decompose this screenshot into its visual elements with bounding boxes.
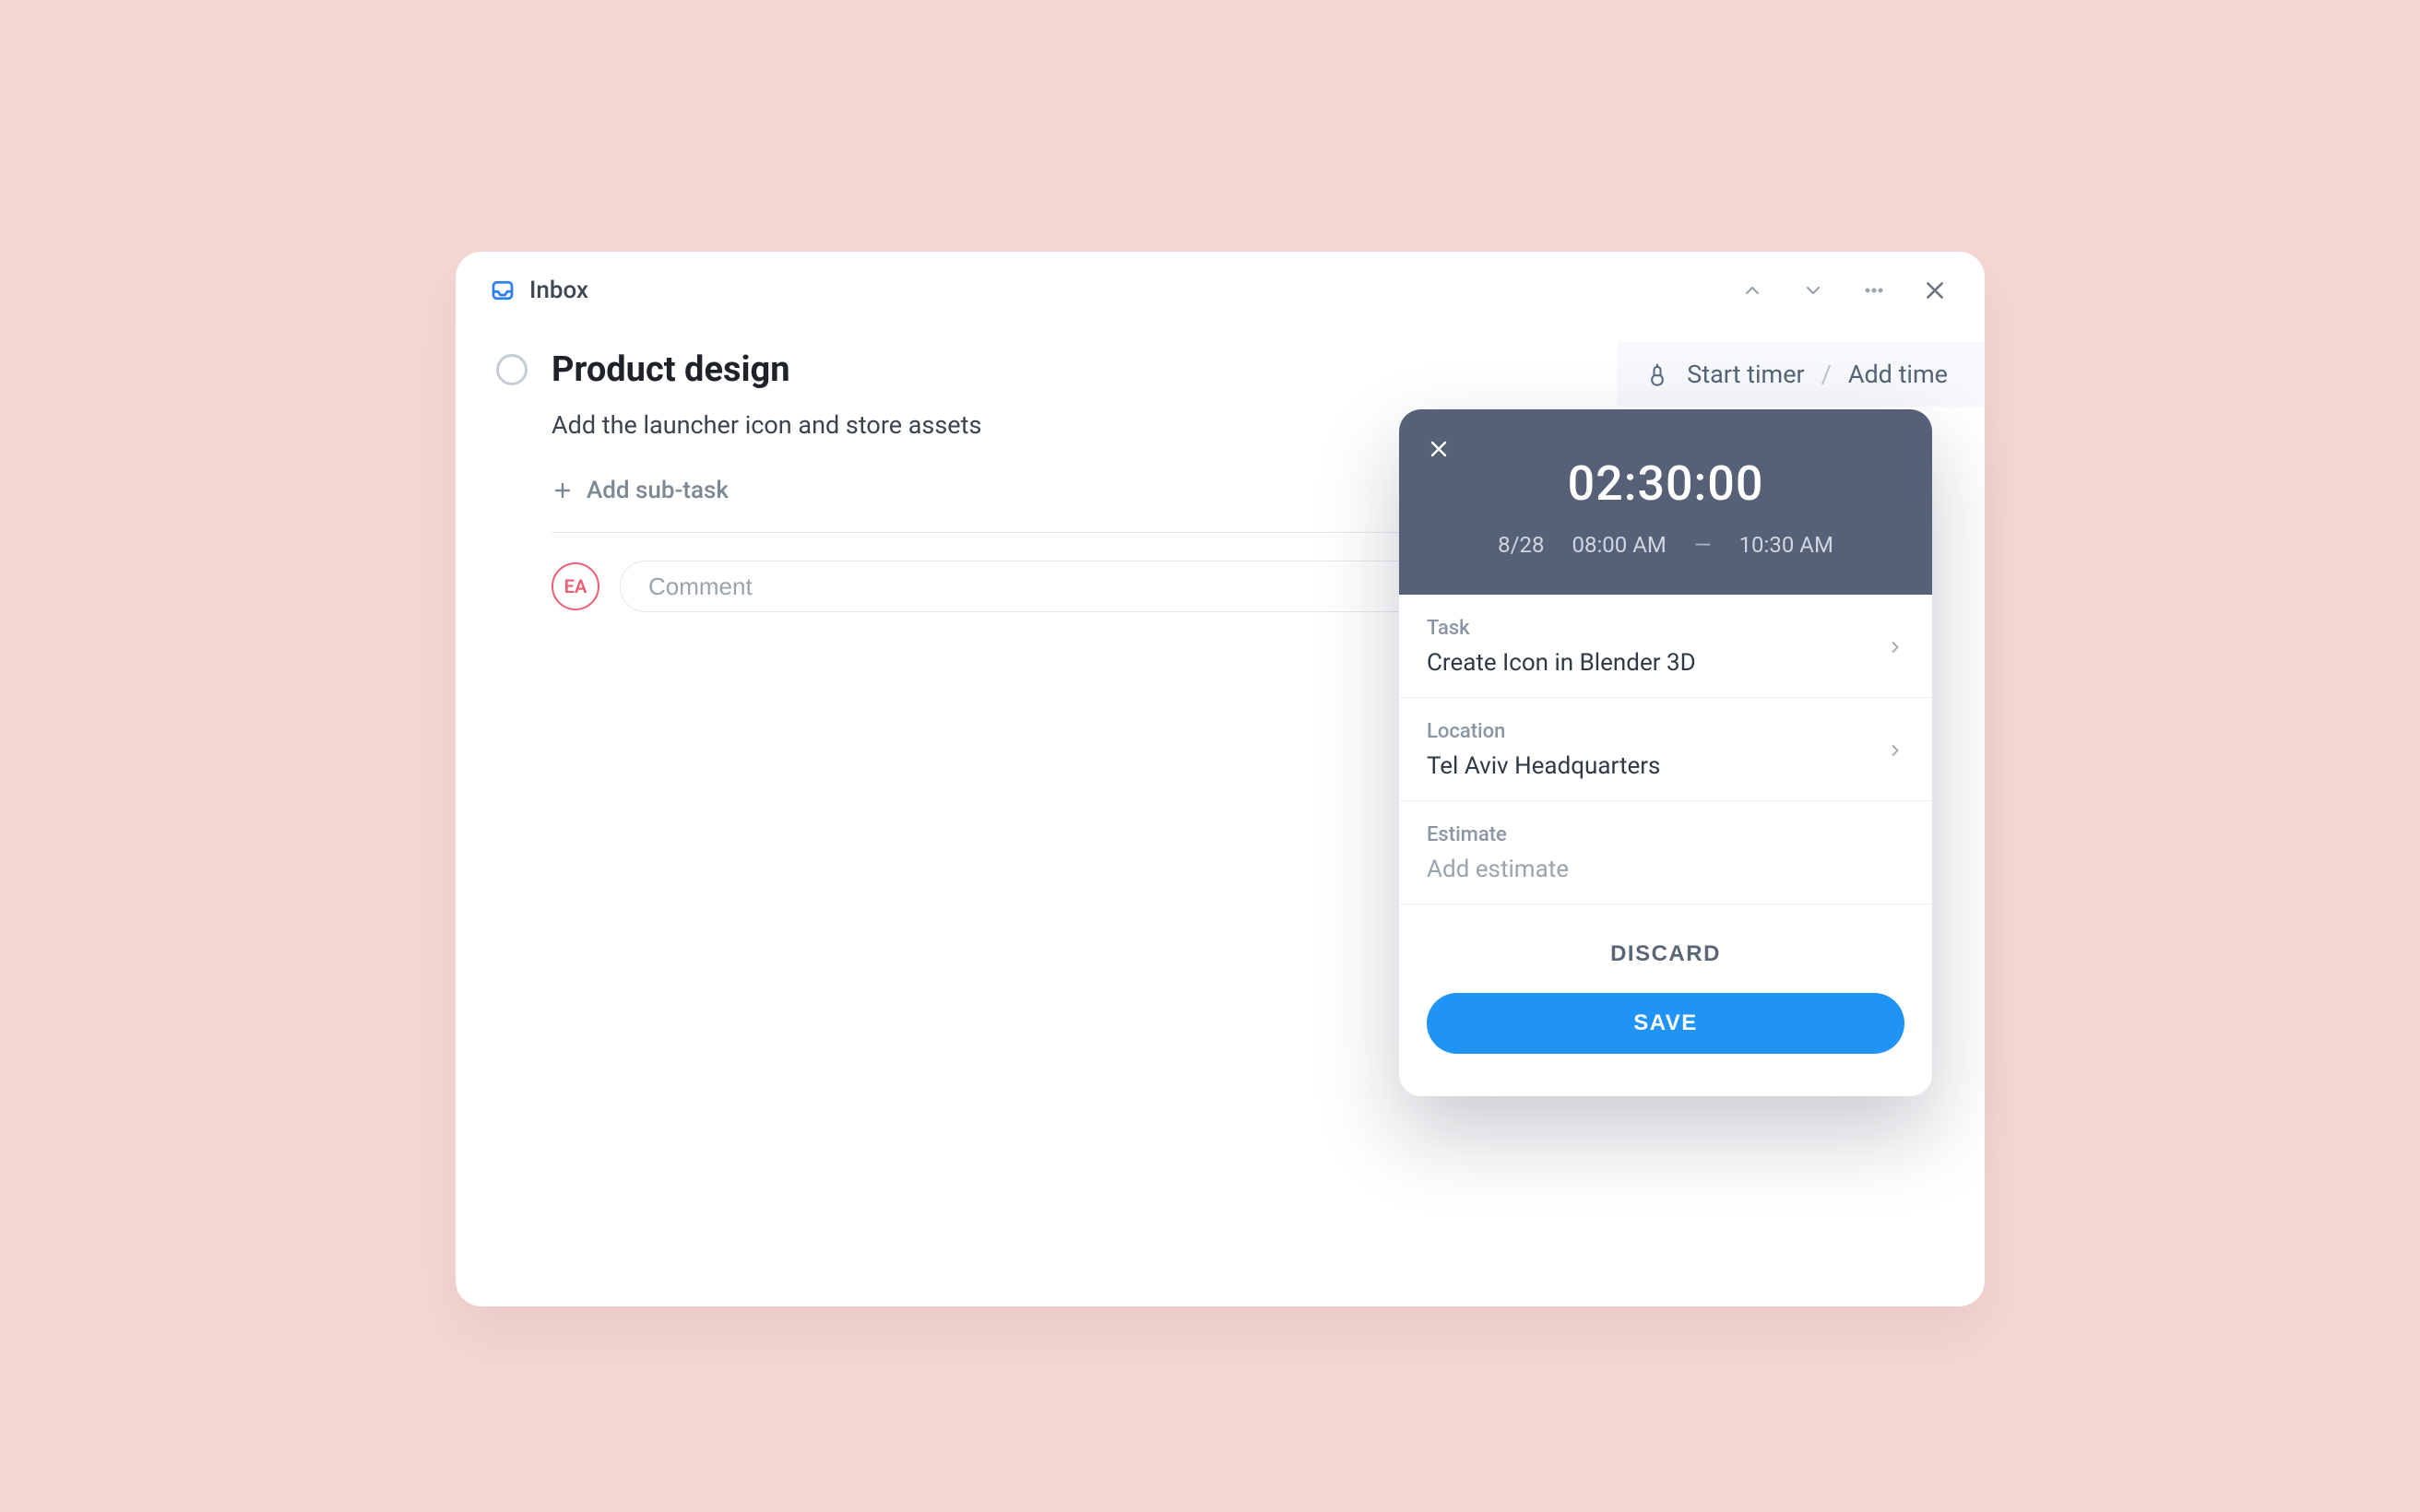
prev-item-button[interactable] (1736, 274, 1769, 307)
save-button[interactable]: SAVE (1427, 993, 1904, 1054)
chevron-right-icon (1886, 638, 1904, 656)
add-subtask-label: Add sub-task (587, 477, 729, 504)
complete-toggle[interactable] (496, 354, 528, 385)
start-value[interactable]: 08:00 AM (1572, 532, 1666, 558)
inbox-icon (489, 277, 516, 304)
avatar: EA (552, 562, 599, 610)
field-value: Create Icon in Blender 3D (1427, 649, 1696, 677)
task-title[interactable]: Product design (552, 349, 790, 390)
separator: / (1821, 360, 1832, 389)
duration-display[interactable]: 02:30:00 (1430, 455, 1901, 512)
date-value[interactable]: 8/28 (1498, 532, 1544, 558)
field-value: Tel Aviv Headquarters (1427, 752, 1660, 780)
field-label: Estimate (1427, 823, 1569, 846)
timer-icon (1644, 361, 1670, 387)
time-tracker-bar: Start timer / Add time (1617, 342, 1985, 407)
close-icon[interactable] (1425, 435, 1453, 463)
field-label: Task (1427, 617, 1696, 640)
end-value[interactable]: 10:30 AM (1739, 532, 1833, 558)
breadcrumb-label: Inbox (529, 277, 588, 304)
field-label: Location (1427, 720, 1660, 743)
popover-actions: DISCARD SAVE (1399, 904, 1932, 1096)
popover-header: 02:30:00 8/28 08:00 AM — 10:30 AM (1399, 409, 1932, 595)
chevron-right-icon (1886, 741, 1904, 760)
estimate-field-row[interactable]: Estimate Add estimate (1399, 801, 1932, 904)
breadcrumb[interactable]: Inbox (489, 277, 588, 304)
card-header-actions (1736, 274, 1951, 307)
task-field-row[interactable]: Task Create Icon in Blender 3D (1399, 595, 1932, 698)
location-field-row[interactable]: Location Tel Aviv Headquarters (1399, 698, 1932, 801)
range-dash: — (1694, 532, 1712, 558)
more-menu-button[interactable] (1857, 274, 1891, 307)
close-button[interactable] (1918, 274, 1951, 307)
discard-button[interactable]: DISCARD (1610, 941, 1721, 967)
time-entry-popover: 02:30:00 8/28 08:00 AM — 10:30 AM Task C… (1399, 409, 1932, 1096)
start-timer-button[interactable]: Start timer (1687, 360, 1804, 389)
add-time-button[interactable]: Add time (1848, 360, 1948, 389)
popover-fields: Task Create Icon in Blender 3D Location … (1399, 595, 1932, 904)
field-value: Add estimate (1427, 856, 1569, 883)
time-range: 8/28 08:00 AM — 10:30 AM (1430, 532, 1901, 558)
card-header: Inbox (456, 252, 1985, 325)
next-item-button[interactable] (1797, 274, 1830, 307)
